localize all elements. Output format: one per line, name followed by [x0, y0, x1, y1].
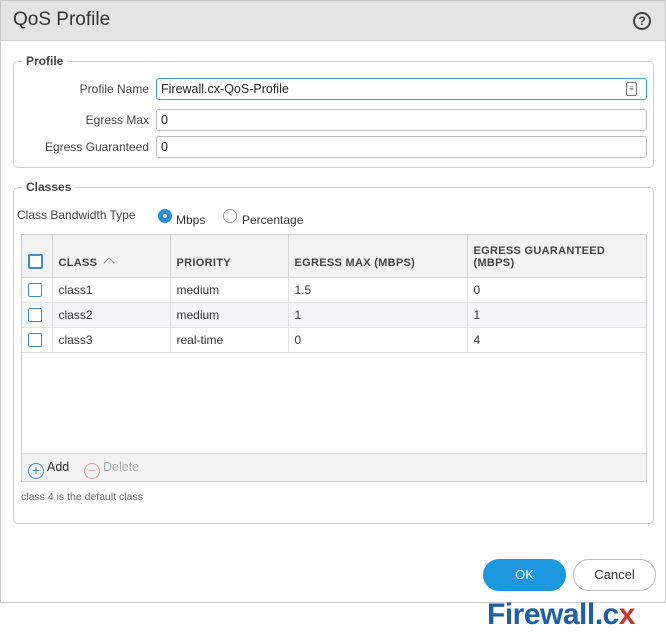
egress-guaranteed-cell: 4 [467, 327, 646, 353]
add-button[interactable]: + Add [28, 460, 69, 479]
table-row[interactable]: class2 medium 1 1 [22, 302, 646, 328]
delete-button-label: Delete [103, 460, 140, 474]
profile-name-input[interactable]: Firewall.cx-QoS-Profile ≡ [156, 78, 647, 100]
row-checkbox[interactable] [28, 332, 42, 347]
egress-max-input[interactable]: 0 [156, 109, 647, 131]
bandwidth-type-label: Class Bandwidth Type [17, 208, 136, 222]
qos-profile-dialog: QoS Profile ? Profile Profile Name Firew… [0, 0, 666, 603]
classes-table: CLASS PRIORITY EGRESS MAX (MBPS) EGRESS … [21, 234, 647, 482]
class-cell[interactable]: class1 [52, 277, 171, 303]
egress-max-cell: 0 [288, 327, 468, 353]
column-header-egress-max[interactable]: EGRESS MAX (MBPS) [288, 235, 468, 278]
egress-max-label: Egress Max [85, 113, 149, 127]
column-header-egress-guaranteed-label: EGRESS GUARANTEED (MBPS) [473, 244, 606, 269]
select-all-cell [22, 235, 53, 278]
row-select-cell [22, 277, 53, 303]
mbps-radio[interactable] [158, 209, 172, 223]
egress-guaranteed-label: Egress Guaranteed [44, 140, 149, 154]
bandwidth-type-row: Class Bandwidth Type Mbps Percentage [17, 207, 337, 227]
column-header-class-label: CLASS [58, 256, 98, 269]
firewall-cx-logo: Firewall.cx [487, 598, 635, 632]
percentage-radio[interactable] [223, 209, 237, 223]
table-row[interactable]: class3 real-time 0 4 [22, 327, 646, 353]
dialog-title: QoS Profile [13, 9, 111, 30]
cancel-button[interactable]: Cancel [573, 559, 656, 591]
text-entry-icon[interactable]: ≡ [626, 82, 637, 96]
table-header-row: CLASS PRIORITY EGRESS MAX (MBPS) EGRESS … [22, 235, 646, 278]
question-circle-icon[interactable]: ? [633, 12, 651, 30]
row-checkbox[interactable] [28, 307, 42, 322]
plus-circle-icon: + [28, 463, 44, 479]
classes-legend: Classes [22, 180, 76, 194]
sort-ascending-icon[interactable] [103, 256, 115, 269]
profile-name-value: Firewall.cx-QoS-Profile [161, 82, 289, 96]
profile-legend: Profile [22, 54, 68, 68]
default-class-note: class 4 is the default class [21, 491, 143, 503]
priority-cell: medium [170, 302, 289, 328]
logo-text-accent: x [618, 598, 636, 631]
class-cell[interactable]: class2 [52, 302, 171, 328]
ok-button[interactable]: OK [483, 559, 566, 591]
row-select-cell [22, 302, 53, 328]
mbps-radio-label: Mbps [176, 213, 206, 227]
egress-guaranteed-cell: 0 [467, 277, 646, 303]
egress-max-cell: 1 [288, 302, 468, 328]
profile-name-label: Profile Name [79, 82, 149, 96]
egress-max-cell: 1.5 [288, 277, 468, 303]
minus-circle-icon: − [84, 463, 100, 479]
column-header-priority[interactable]: PRIORITY [170, 235, 289, 278]
class-cell[interactable]: class3 [52, 327, 171, 353]
priority-cell: medium [170, 277, 289, 303]
select-all-checkbox[interactable] [28, 253, 43, 269]
column-header-class[interactable]: CLASS [52, 235, 171, 278]
column-header-egress-guaranteed[interactable]: EGRESS GUARANTEED (MBPS) [467, 235, 646, 278]
egress-guaranteed-cell: 1 [467, 302, 646, 328]
delete-button[interactable]: − Delete [84, 460, 139, 479]
egress-max-value: 0 [161, 113, 168, 127]
row-checkbox[interactable] [28, 282, 42, 297]
column-header-egress-max-label: EGRESS MAX (MBPS) [294, 256, 416, 269]
egress-guaranteed-input[interactable]: 0 [156, 136, 647, 158]
column-header-priority-label: PRIORITY [176, 256, 231, 269]
priority-cell: real-time [170, 327, 289, 353]
egress-guaranteed-value: 0 [161, 140, 168, 154]
row-select-cell [22, 327, 53, 353]
add-button-label: Add [47, 460, 70, 474]
percentage-radio-label: Percentage [242, 213, 304, 227]
table-row[interactable]: class1 medium 1.5 0 [22, 277, 646, 303]
table-toolbar: + Add − Delete [22, 453, 646, 481]
dialog-titlebar: QoS Profile ? [1, 1, 665, 41]
logo-text-main: Firewall.c [487, 598, 619, 631]
